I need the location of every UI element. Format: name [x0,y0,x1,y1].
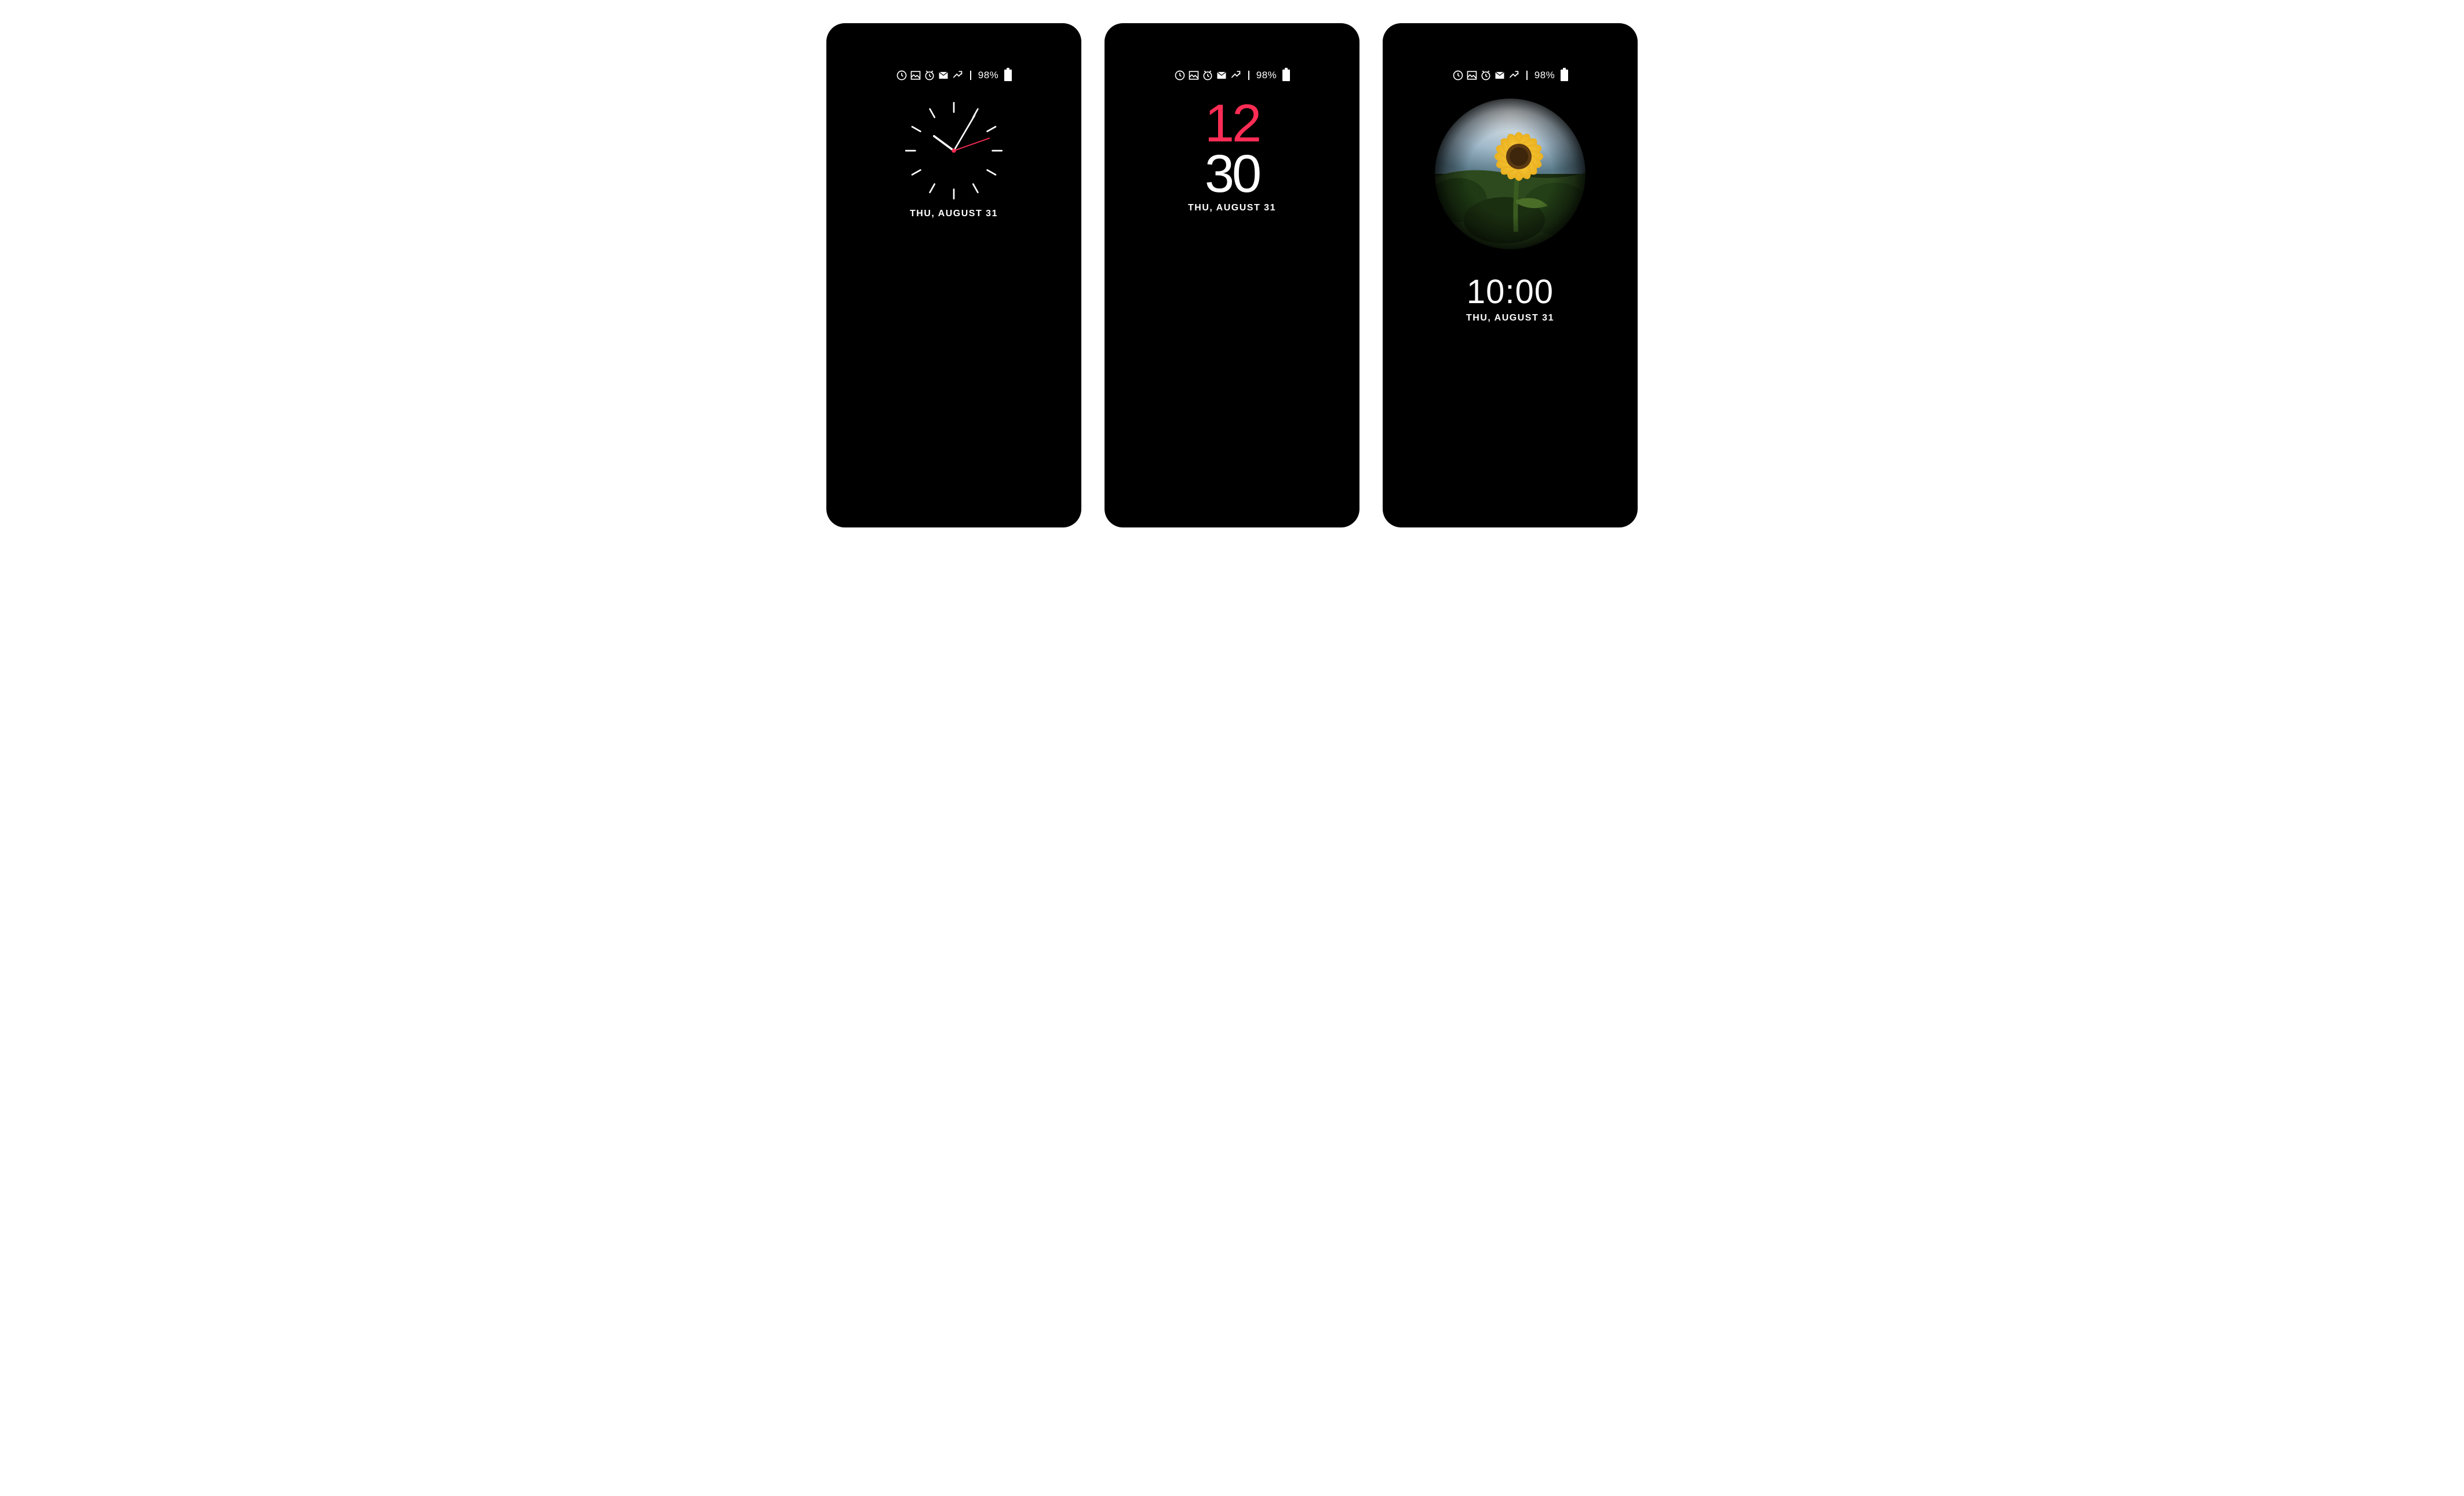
mail-icon [1494,70,1506,81]
alarm-icon [1202,70,1213,81]
date-label: THU, AUGUST 31 [1105,203,1359,213]
picture-icon [1188,70,1200,81]
battery-icon [1282,70,1290,81]
status-bar: 98% [826,70,1081,81]
alarm-icon [924,70,935,81]
digital-clock: 10:00 [1383,272,1638,311]
mail-icon [1216,70,1227,81]
clock-hour: 12 [1105,99,1359,149]
sync-icon [896,70,907,81]
battery-percent: 98% [978,70,999,81]
picture-icon [910,70,921,81]
battery-percent: 98% [1534,70,1555,81]
status-bar: 98% [1383,70,1638,81]
digital-clock: 12 30 [1105,99,1359,200]
picture-icon [1466,70,1478,81]
clock-minute: 30 [1105,149,1359,199]
sunflower-image [1435,99,1585,249]
aod-photo-screen: 98% [1383,23,1638,527]
missed-call-icon [1508,70,1519,81]
battery-percent: 98% [1256,70,1277,81]
sync-icon [1174,70,1186,81]
status-divider [970,71,971,80]
alarm-icon [1480,70,1492,81]
battery-icon [1004,70,1012,81]
status-icons [1452,70,1519,81]
missed-call-icon [952,70,963,81]
aod-analog-screen: 98% [826,23,1081,527]
aod-photo [1435,99,1585,249]
sync-icon [1452,70,1464,81]
date-label: THU, AUGUST 31 [1383,313,1638,323]
status-icons [1174,70,1241,81]
analog-clock [902,99,1006,203]
battery-icon [1561,70,1568,81]
date-label: THU, AUGUST 31 [826,209,1081,219]
status-icons [896,70,963,81]
aod-digital-screen: 98% 12 30 THU, AUGUST 31 [1105,23,1359,527]
mail-icon [938,70,949,81]
status-divider [1526,71,1528,80]
status-divider [1248,71,1249,80]
status-bar: 98% [1105,70,1359,81]
missed-call-icon [1230,70,1241,81]
